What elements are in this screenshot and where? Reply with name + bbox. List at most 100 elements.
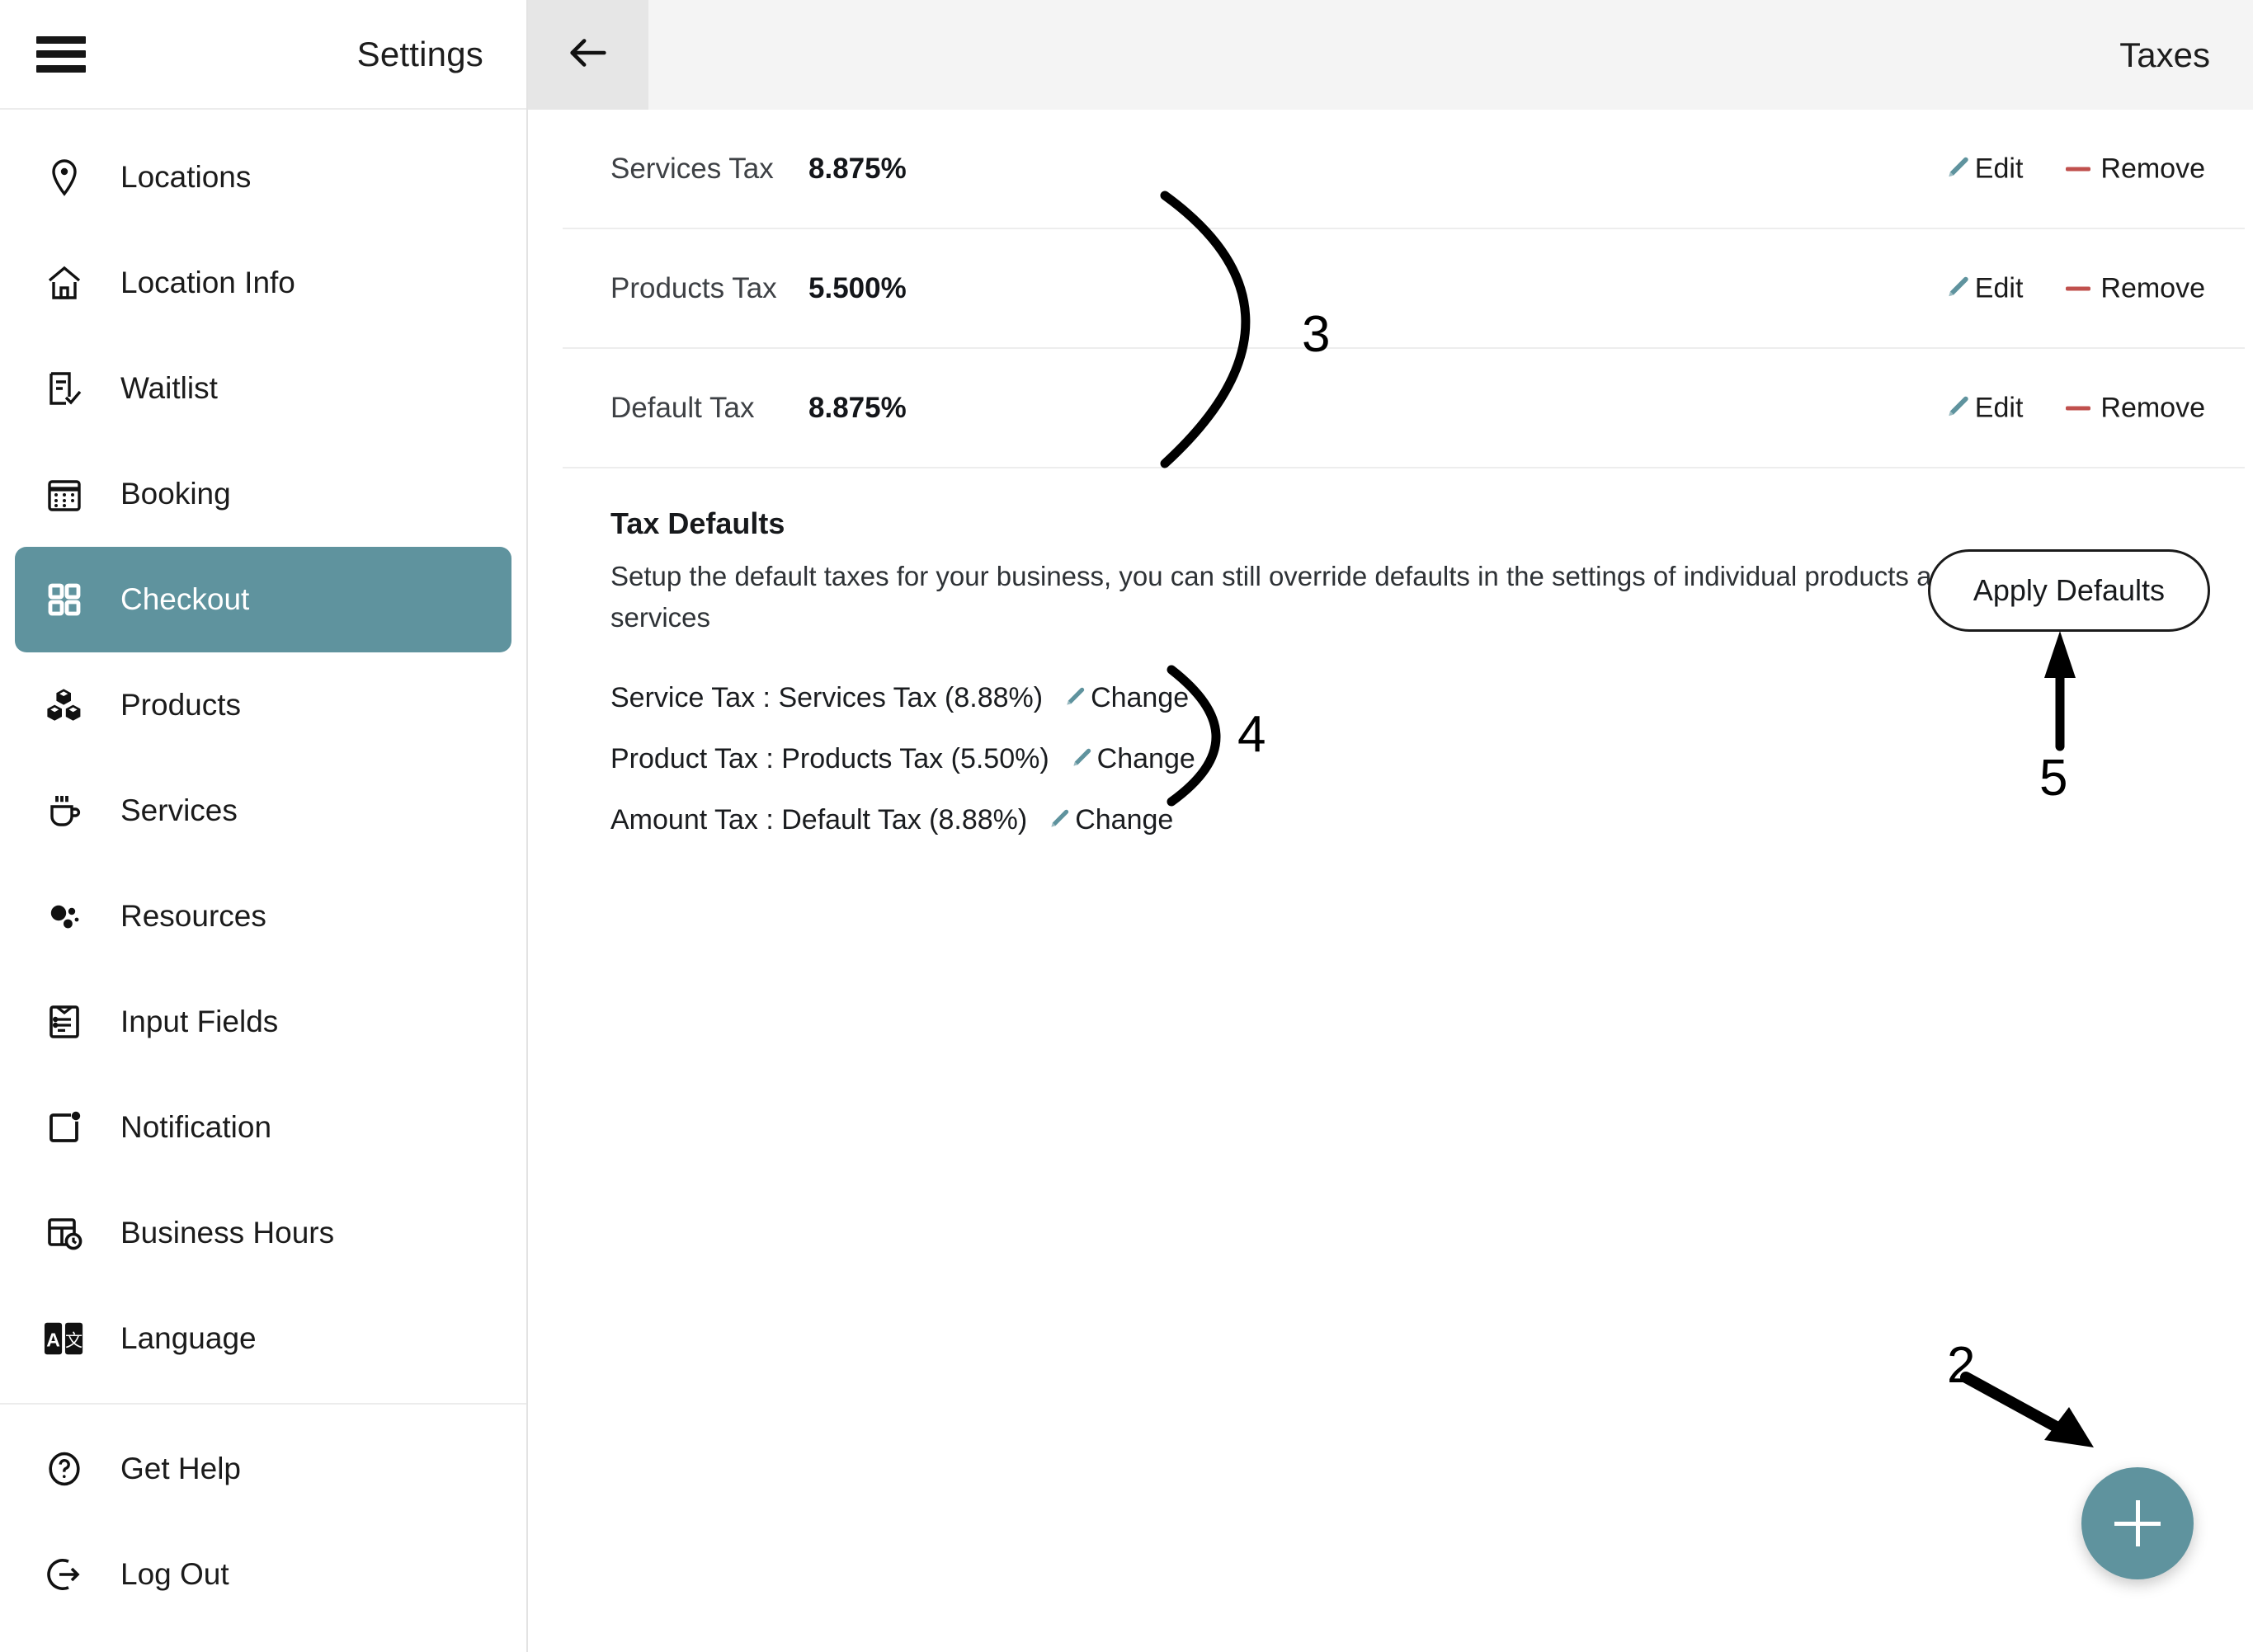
minus-icon (2066, 286, 2091, 290)
row-actions: Edit Remove (1942, 392, 2205, 424)
sidebar-item-get-help[interactable]: Get Help (15, 1416, 511, 1522)
sidebar-item-label: Locations (120, 160, 252, 194)
tax-name: Default Tax (610, 391, 755, 424)
change-amount-tax-button[interactable]: Change (1045, 804, 1173, 836)
row-actions: Edit Remove (1942, 272, 2205, 304)
sidebar-item-waitlist[interactable]: Waitlist (15, 336, 511, 441)
default-service-tax-text: Service Tax : Services Tax (8.88%) (610, 681, 1044, 713)
tax-defaults-description: Setup the default taxes for your busines… (610, 561, 1963, 633)
change-service-tax-button[interactable]: Change (1061, 682, 1189, 714)
sidebar-header: Settings (0, 0, 526, 110)
tax-rate: 8.875% (808, 391, 907, 424)
dots-cluster-icon (33, 897, 96, 936)
sidebar-item-log-out[interactable]: Log Out (15, 1522, 511, 1627)
notification-bell-icon (33, 1108, 96, 1147)
home-icon (33, 263, 96, 303)
sidebar-divider (0, 1403, 526, 1405)
minus-icon (2066, 167, 2091, 171)
sidebar-item-language[interactable]: A 文 Language (15, 1286, 511, 1391)
default-amount-tax-text: Amount Tax : Default Tax (8.88%) (610, 803, 1028, 835)
edit-label: Edit (1974, 272, 2024, 304)
plus-icon (2114, 1500, 2161, 1546)
pencil-icon (1942, 274, 1972, 304)
edit-button[interactable]: Edit (1942, 392, 2023, 424)
taxes-table: Services Tax 8.875% Edit Remove Products… (528, 110, 2253, 468)
question-circle-icon (33, 1449, 96, 1489)
pencil-icon (1068, 746, 1094, 772)
change-product-tax-button[interactable]: Change (1068, 743, 1195, 775)
sidebar-item-label: Input Fields (120, 1005, 279, 1038)
settings-sidebar: Settings Locations Location Info Waitlis… (0, 0, 528, 1652)
change-label: Change (1075, 803, 1174, 835)
list-item: Amount Tax : Default Tax (8.88%) Change (610, 789, 2253, 850)
sidebar-item-resources[interactable]: Resources (15, 864, 511, 969)
sidebar-item-label: Resources (120, 899, 266, 933)
pencil-icon (1045, 807, 1072, 833)
tax-defaults-heading: Tax Defaults (610, 506, 785, 540)
sidebar-item-label: Products (120, 688, 242, 722)
minus-icon (2066, 406, 2091, 410)
sidebar-item-label: Checkout (120, 582, 250, 616)
default-product-tax-text: Product Tax : Products Tax (5.50%) (610, 742, 1049, 774)
remove-label: Remove (2100, 153, 2205, 184)
tax-defaults-list: Service Tax : Services Tax (8.88%) Chang… (610, 667, 2253, 850)
sidebar-item-notification[interactable]: Notification (15, 1075, 511, 1180)
sidebar-item-locations[interactable]: Locations (15, 125, 511, 230)
sidebar-title: Settings (356, 34, 483, 73)
sidebar-item-label: Business Hours (120, 1216, 335, 1250)
calendar-clock-icon (33, 1213, 96, 1253)
grid-squares-icon (33, 580, 96, 619)
sidebar-item-products[interactable]: Products (15, 652, 511, 758)
hamburger-menu-icon[interactable] (36, 35, 86, 73)
list-check-icon (33, 369, 96, 408)
change-label: Change (1096, 742, 1195, 774)
table-row[interactable]: Products Tax 5.500% Edit Remove (563, 229, 2245, 349)
tax-name: Services Tax (610, 152, 774, 185)
main-header: Taxes (528, 0, 2253, 110)
main-panel: Taxes Services Tax 8.875% Edit Remove Pr… (528, 0, 2253, 1652)
table-row[interactable]: Services Tax 8.875% Edit Remove (563, 110, 2245, 229)
apply-defaults-button[interactable]: Apply Defaults (1927, 549, 2210, 632)
tax-name: Products Tax (610, 271, 777, 304)
table-row[interactable]: Default Tax 8.875% Edit Remove (563, 349, 2245, 468)
sidebar-item-location-info[interactable]: Location Info (15, 230, 511, 336)
sidebar-item-label: Language (120, 1321, 257, 1355)
sidebar-item-label: Location Info (120, 266, 295, 299)
remove-button[interactable]: Remove (2066, 272, 2205, 304)
sidebar-item-checkout[interactable]: Checkout (15, 547, 511, 652)
clipboard-form-icon (33, 1002, 96, 1042)
list-item: Product Tax : Products Tax (5.50%) Chang… (610, 728, 2253, 789)
edit-button[interactable]: Edit (1942, 153, 2024, 185)
sidebar-item-services[interactable]: Services (15, 758, 511, 864)
add-tax-fab-button[interactable] (2081, 1467, 2194, 1579)
sidebar-item-label: Services (120, 793, 238, 827)
logout-arrow-icon (33, 1555, 96, 1594)
sidebar-item-label: Get Help (120, 1452, 242, 1485)
sidebar-item-booking[interactable]: Booking (15, 441, 511, 547)
sidebar-item-label: Log Out (120, 1557, 229, 1591)
sidebar-item-label: Waitlist (120, 371, 218, 405)
sidebar-nav: Locations Location Info Waitlist Booking… (0, 110, 526, 1652)
sidebar-item-business-hours[interactable]: Business Hours (15, 1180, 511, 1286)
tax-defaults-section: Tax Defaults Setup the default taxes for… (528, 468, 2253, 850)
boxes-icon (33, 685, 96, 725)
row-actions: Edit Remove (1942, 153, 2205, 185)
remove-button[interactable]: Remove (2066, 392, 2205, 424)
back-button[interactable] (528, 0, 648, 110)
main-content: Services Tax 8.875% Edit Remove Products… (528, 110, 2253, 1652)
edit-button[interactable]: Edit (1942, 272, 2024, 304)
map-pin-icon (33, 158, 96, 197)
edit-label: Edit (1974, 153, 2024, 184)
sidebar-item-label: Notification (120, 1110, 272, 1144)
svg-text:文: 文 (65, 1331, 82, 1351)
pencil-icon (1942, 154, 1972, 184)
page-title: Taxes (2119, 35, 2210, 74)
sidebar-item-label: Booking (120, 477, 231, 511)
sidebar-item-input-fields[interactable]: Input Fields (15, 969, 511, 1075)
svg-text:A: A (46, 1330, 60, 1351)
pencil-icon (1061, 685, 1087, 711)
remove-button[interactable]: Remove (2066, 153, 2205, 185)
tax-rate: 8.875% (808, 152, 907, 185)
remove-label: Remove (2100, 272, 2205, 304)
app-root: Settings Locations Location Info Waitlis… (0, 0, 2253, 1652)
